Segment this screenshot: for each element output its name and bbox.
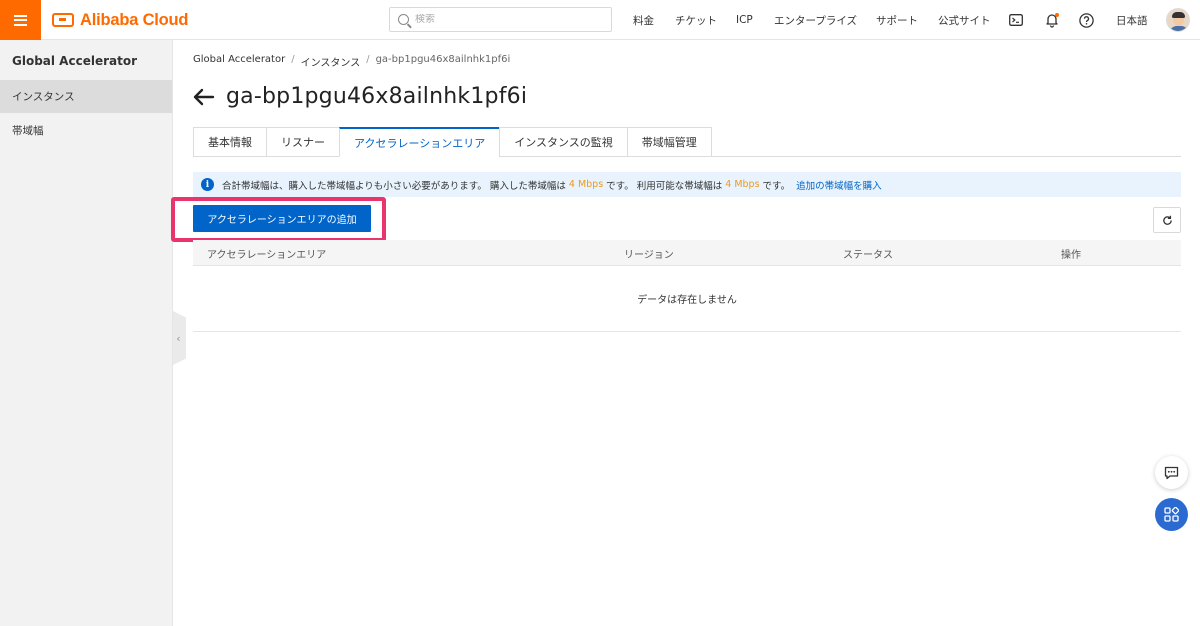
purchased-bandwidth-value: 4 Mbps: [568, 179, 604, 190]
language-selector[interactable]: 日本語: [1116, 0, 1148, 40]
terminal-icon[interactable]: [1008, 12, 1024, 28]
nav-label: エンタープライズ: [774, 14, 858, 27]
brand-logo[interactable]: Alibaba Cloud: [52, 9, 189, 31]
tab-bar: 基本情報 リスナー アクセラレーションエリア インスタンスの監視 帯域幅管理: [193, 127, 712, 157]
refresh-icon: [1162, 215, 1172, 225]
column-header-region: リージョン: [624, 250, 674, 261]
sidebar-collapse-handle[interactable]: ‹: [173, 311, 186, 365]
menu-icon: [14, 14, 27, 26]
top-bar: Alibaba Cloud 料金 チケット ICP エンタープライズ サポート …: [0, 0, 1200, 40]
column-header-acceleration-area: アクセラレーションエリア: [207, 250, 327, 261]
apps-button[interactable]: [1155, 498, 1188, 531]
chat-icon: [1164, 466, 1179, 479]
help-icon[interactable]: [1078, 12, 1094, 28]
empty-state-text: データは存在しません: [637, 295, 737, 306]
nav-support[interactable]: サポート: [876, 0, 918, 40]
nav-pricing[interactable]: 料金: [633, 0, 654, 40]
table-empty-state: データは存在しません: [193, 266, 1181, 332]
available-bandwidth-value: 4 Mbps: [725, 179, 760, 190]
hamburger-menu-button[interactable]: [0, 0, 41, 40]
brand-name: Alibaba Cloud: [80, 10, 189, 29]
tab-instance-monitoring[interactable]: インスタンスの監視: [499, 127, 627, 157]
tab-listeners[interactable]: リスナー: [266, 127, 339, 157]
nav-label: サポート: [876, 14, 918, 27]
buy-bandwidth-link[interactable]: 追加の帯域幅を購入: [796, 178, 882, 192]
nav-label: チケット: [675, 14, 717, 27]
breadcrumb-item[interactable]: インスタンス: [301, 54, 361, 69]
sidebar-title: Global Accelerator: [12, 54, 138, 68]
alibaba-cloud-logo-icon: [52, 13, 74, 27]
breadcrumb-separator: /: [291, 54, 295, 65]
chat-button[interactable]: [1155, 456, 1188, 489]
sidebar-item-label: インスタンス: [12, 91, 75, 103]
refresh-button[interactable]: [1153, 207, 1181, 233]
nav-label: 料金: [633, 14, 654, 27]
breadcrumb-current: ga-bp1pgu46x8ailnhk1pf6i: [375, 54, 511, 65]
page-title: ga-bp1pgu46x8ailnhk1pf6i: [226, 84, 528, 109]
breadcrumb-item[interactable]: Global Accelerator: [193, 54, 285, 69]
bandwidth-notice: i 合計帯域幅は、購入した帯域幅よりも小さい必要があります。 購入した帯域幅は …: [193, 172, 1181, 197]
apps-grid-icon: [1164, 507, 1179, 522]
table-header: アクセラレーションエリア リージョン ステータス 操作: [193, 240, 1181, 266]
sidebar-item-instances[interactable]: インスタンス: [0, 80, 172, 113]
info-icon: i: [201, 178, 214, 191]
sidebar-item-bandwidth[interactable]: 帯域幅: [0, 114, 172, 147]
notification-bell-icon[interactable]: [1044, 12, 1060, 28]
nav-enterprise[interactable]: エンタープライズ: [774, 0, 857, 40]
nav-label: ICP: [736, 14, 753, 26]
nav-official-site[interactable]: 公式サイト: [938, 0, 991, 40]
tab-basic-info[interactable]: 基本情報: [193, 127, 266, 157]
column-header-actions: 操作: [1061, 250, 1081, 261]
sidebar-item-label: 帯域幅: [12, 125, 44, 137]
add-acceleration-area-button[interactable]: アクセラレーションエリアの追加: [193, 205, 371, 232]
notice-text: 合計帯域幅は、購入した帯域幅よりも小さい必要があります。 購入した帯域幅は: [222, 180, 566, 192]
chevron-left-icon: ‹: [176, 331, 181, 345]
language-label: 日本語: [1116, 14, 1148, 27]
nav-icp[interactable]: ICP: [736, 0, 753, 40]
search-input[interactable]: [415, 14, 595, 25]
notice-text: です。: [762, 180, 791, 192]
nav-tickets[interactable]: チケット: [675, 0, 717, 40]
user-avatar[interactable]: [1166, 8, 1190, 32]
search-box[interactable]: [389, 7, 612, 32]
tab-bandwidth-management[interactable]: 帯域幅管理: [626, 127, 712, 157]
back-arrow-icon[interactable]: [193, 88, 215, 106]
notice-text: です。 利用可能な帯域幅は: [606, 180, 723, 192]
column-header-status: ステータス: [843, 250, 893, 261]
search-icon: [398, 14, 409, 25]
sidebar: Global Accelerator インスタンス 帯域幅: [0, 40, 173, 626]
nav-label: 公式サイト: [938, 14, 991, 27]
breadcrumb-separator: /: [366, 54, 370, 65]
breadcrumb: Global Accelerator / インスタンス / ga-bp1pgu4…: [193, 54, 510, 69]
tab-acceleration-areas[interactable]: アクセラレーションエリア: [339, 127, 500, 157]
